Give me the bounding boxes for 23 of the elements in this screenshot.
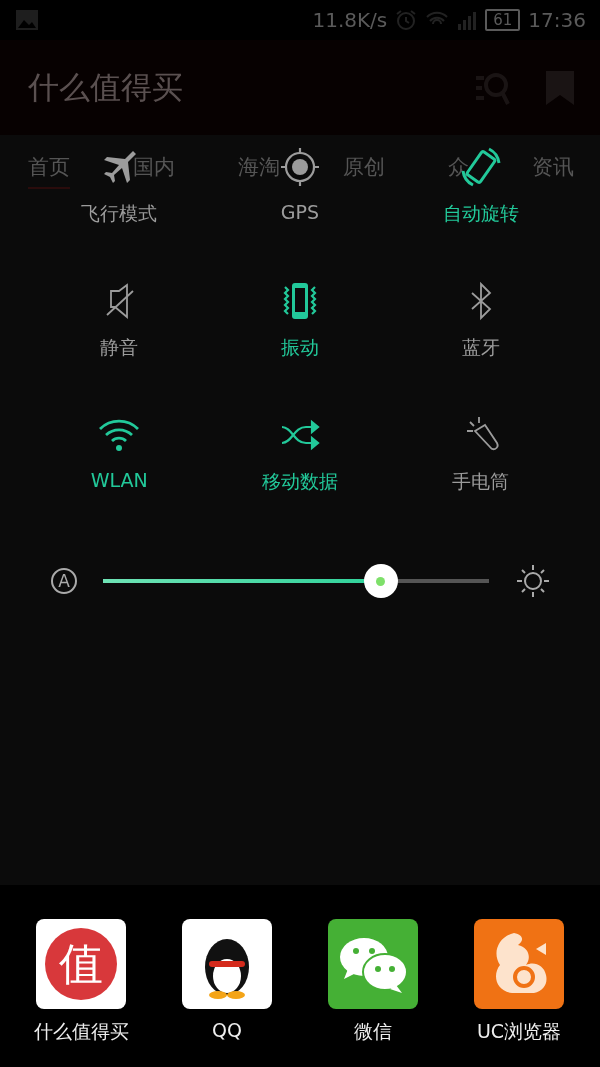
image-icon [16,10,38,30]
quick-setting-toggle[interactable]: 手电筒 [390,413,571,495]
battery-level: 61 [485,9,521,31]
app-label: UC浏览器 [476,1019,562,1044]
quick-setting-toggle[interactable]: 静音 [29,279,210,361]
signal-icon [457,10,478,30]
app-label: 微信 [354,1019,392,1044]
sun-icon [515,563,551,599]
app-icon[interactable]: 值 [36,919,126,1009]
auto-brightness-button[interactable]: A [51,568,77,594]
app-label: 什么值得买 [33,1019,129,1044]
chat-bubbles-app-icon[interactable] [328,919,418,1009]
app-title: 什么值得买 [28,67,184,107]
location-target-icon [278,145,322,189]
network-speed: 11.8K/s [312,8,388,32]
quick-setting-toggle[interactable]: 蓝牙 [390,279,571,361]
app-label: QQ [212,1019,242,1041]
quick-setting-toggle[interactable]: 移动数据 [209,413,391,495]
alarm-icon [395,9,418,31]
quick-setting-toggle[interactable]: WLAN [29,413,210,495]
penguin-app-icon[interactable] [182,919,272,1009]
quick-setting-toggle[interactable]: 振动 [209,279,391,361]
clock-time: 17:36 [528,8,586,32]
